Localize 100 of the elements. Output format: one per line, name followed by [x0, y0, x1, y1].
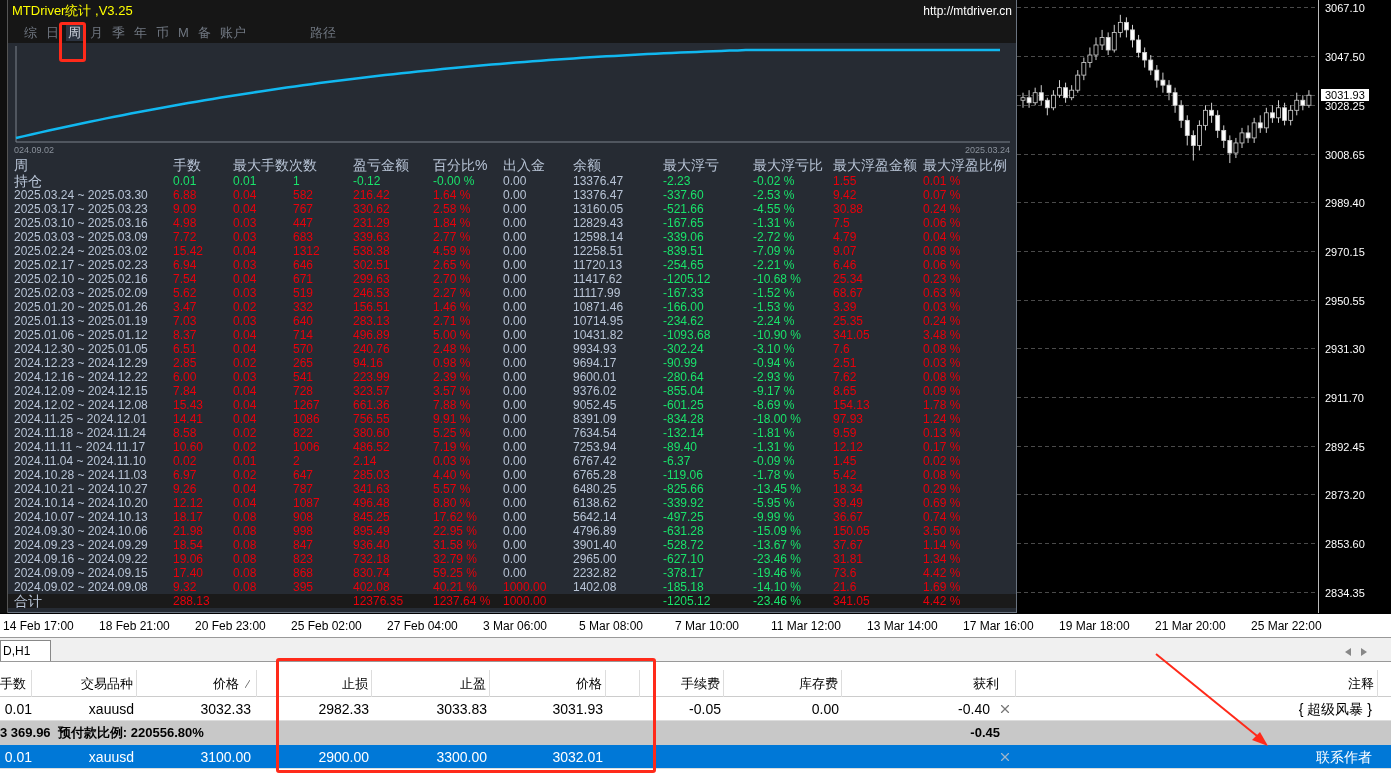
- table-cell-text: 0.04: [233, 244, 258, 258]
- table-cell-text: -119.06: [663, 468, 704, 482]
- table-cell-text: 1.45: [833, 454, 858, 468]
- table-cell-text: 18.17: [173, 510, 205, 524]
- chart-tab[interactable]: D,H1: [0, 640, 52, 661]
- table-cell-text: 0.06 %: [923, 258, 962, 272]
- table-cell-text: 0.02: [233, 356, 258, 370]
- table-cell-text: 0.04: [233, 188, 258, 202]
- time-label: 17 Mar 16:00: [962, 617, 1035, 635]
- table-cell-text: 647: [293, 468, 315, 482]
- row-label: 2025.01.13 ~ 2025.01.19: [14, 314, 149, 328]
- table-cell-text: -4.55 %: [753, 202, 796, 216]
- table-cell-text: 6.46: [833, 258, 858, 272]
- close-icon[interactable]: [998, 702, 1012, 716]
- website-link[interactable]: http://mtdriver.cn: [923, 2, 1012, 20]
- time-label: 20 Feb 23:00: [194, 617, 267, 635]
- table-cell-text: 0.04: [233, 384, 258, 398]
- table-cell-text: 97.93: [833, 412, 865, 426]
- sort-icon[interactable]: [245, 679, 250, 688]
- price-label: 2892.45: [1325, 441, 1365, 453]
- table-cell-text: 1087: [293, 496, 321, 510]
- table-cell-text: -90.99: [663, 356, 699, 370]
- table-cell-text: -167.65: [663, 216, 705, 230]
- table-cell-text: 0.03: [233, 286, 258, 300]
- table-cell-text: 0.07 %: [923, 188, 962, 202]
- row-label: 2025.03.03 ~ 2025.03.09: [14, 230, 149, 244]
- table-cell-text: -7.09 %: [753, 244, 796, 258]
- table-cell-text: 4.40 %: [433, 468, 472, 482]
- close-icon[interactable]: [998, 750, 1012, 764]
- table-cell-text: 299.63: [353, 272, 391, 286]
- table-cell-text: 0.08 %: [923, 468, 962, 482]
- table-cell-text: 9.09: [173, 202, 198, 216]
- row-label: 2025.02.10 ~ 2025.02.16: [14, 272, 149, 286]
- stats-tab[interactable]: 年: [132, 24, 149, 41]
- row-label: 2024.12.23 ~ 2024.12.29: [14, 356, 149, 370]
- column-header: 最大手数次数: [233, 156, 318, 174]
- table-cell-text: 40.21 %: [433, 580, 479, 594]
- stats-tab[interactable]: 备: [195, 24, 213, 41]
- table-cell-text: 22.95 %: [433, 524, 479, 538]
- stats-tab[interactable]: M: [176, 24, 191, 41]
- table-cell-text: 0.00: [503, 468, 528, 482]
- table-cell-text: 822: [293, 426, 315, 440]
- stats-tab[interactable]: 综: [22, 24, 39, 41]
- row-label: 2025.01.20 ~ 2025.01.26: [14, 300, 149, 314]
- table-cell-text: -0.40: [958, 700, 990, 719]
- table-cell-text: 13160.05: [573, 202, 625, 216]
- table-cell-text: 2: [293, 454, 301, 468]
- row-label: 2024.10.21 ~ 2024.10.27: [14, 482, 149, 496]
- table-cell-text: 240.76: [353, 342, 391, 356]
- table-cell-text: 2.65 %: [433, 258, 472, 272]
- table-cell-text: 3.39: [833, 300, 858, 314]
- stats-tab[interactable]: 币: [154, 24, 171, 41]
- stats-tab[interactable]: 路径: [307, 24, 338, 41]
- table-cell-text: 845.25: [353, 510, 391, 524]
- time-label: 18 Feb 21:00: [98, 617, 171, 635]
- price-label: 3047.50: [1325, 52, 1365, 64]
- table-cell-text: 6480.25: [573, 482, 618, 496]
- table-cell-text: 2.14: [353, 454, 378, 468]
- table-cell-text: 0.00: [503, 398, 528, 412]
- table-cell-text: 0.03 %: [923, 356, 962, 370]
- table-cell-text: 11720.13: [573, 258, 624, 272]
- table-cell-text: 2.48 %: [433, 342, 472, 356]
- column-header[interactable]: 价格: [213, 673, 239, 694]
- table-cell-text: 2900.00: [317, 748, 370, 767]
- table-cell-text: 640: [293, 314, 315, 328]
- scroll-left-icon[interactable]: [1345, 648, 1351, 656]
- table-cell-text: -0.12: [353, 174, 382, 188]
- table-cell-text: 0.04: [233, 412, 258, 426]
- table-cell-text: 2.70 %: [433, 272, 472, 286]
- account-summary: 3 369.96 预付款比例: 220556.80%: [0, 724, 205, 742]
- table-cell-text: 2982.33: [317, 700, 370, 719]
- table-cell-text: 339.63: [353, 230, 391, 244]
- stats-tab[interactable]: 账户: [217, 24, 248, 41]
- table-cell-text: -0.09 %: [753, 454, 796, 468]
- scroll-right-icon[interactable]: [1361, 648, 1367, 656]
- table-cell-text: 486.52: [353, 440, 391, 454]
- stats-tab[interactable]: 月: [88, 24, 105, 41]
- price-label: 2970.15: [1325, 246, 1365, 258]
- table-cell-text: 1.34 %: [923, 552, 962, 566]
- table-cell-text: -13.45 %: [753, 482, 803, 496]
- table-cell-text: -378.17: [663, 566, 705, 580]
- table-cell-text: 0.00: [503, 272, 528, 286]
- table-cell-text: 13376.47: [573, 174, 625, 188]
- table-cell-text: 570: [293, 342, 315, 356]
- table-cell-text: 9600.01: [573, 370, 618, 384]
- table-cell-text: 0.04: [233, 342, 258, 356]
- table-cell-text: 0.74 %: [923, 510, 962, 524]
- stats-tab[interactable]: 日: [44, 24, 61, 41]
- table-cell-text: -834.28: [663, 412, 705, 426]
- table-cell-text: 2232.82: [573, 566, 618, 580]
- table-cell-text: 0.63 %: [923, 286, 962, 300]
- stats-tab[interactable]: 季: [110, 24, 127, 41]
- table-cell-text: -825.66: [663, 482, 705, 496]
- table-cell-text: 9.07: [833, 244, 858, 258]
- order-row[interactable]: 0.01 xauusd 3100.00 2900.00 3300.00 3032.01 联系作者: [0, 745, 1391, 769]
- table-cell-text: 847: [293, 538, 315, 552]
- table-cell-text: 6138.62: [573, 496, 618, 510]
- table-cell-text: 3031.93: [551, 700, 604, 719]
- column-header: 手数: [173, 156, 202, 174]
- price-label: 2853.60: [1325, 539, 1365, 551]
